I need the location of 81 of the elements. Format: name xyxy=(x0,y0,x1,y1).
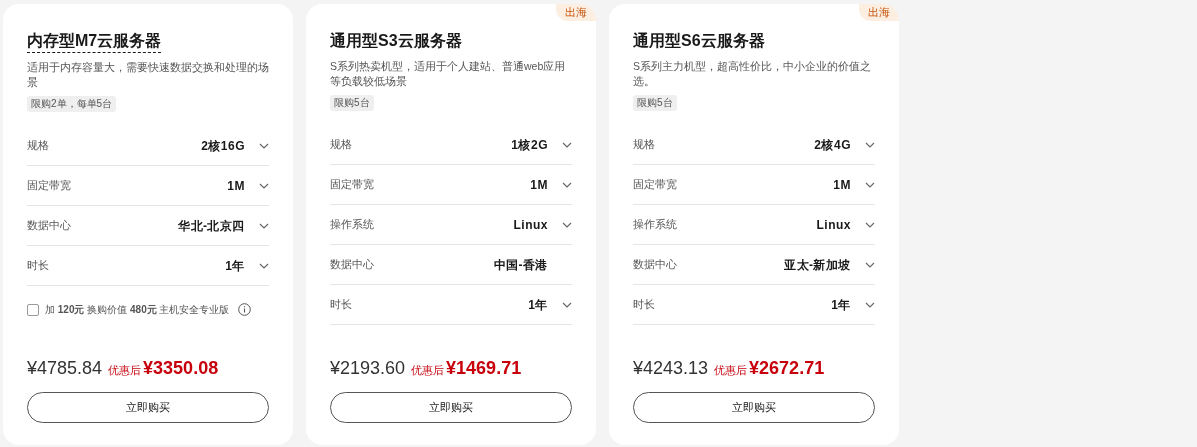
option-label: 固定带宽 xyxy=(633,177,677,193)
option-value: 中国-香港 xyxy=(493,256,548,274)
original-price: ¥2193.60 xyxy=(330,357,406,380)
product-description: S系列热卖机型，适用于个人建站、普通web应用等负载较低场景 xyxy=(330,59,567,89)
option-label: 规格 xyxy=(330,137,352,153)
option-row[interactable]: 固定带宽 1M xyxy=(633,165,875,205)
option-value: 1年 xyxy=(225,257,245,275)
option-row[interactable]: 操作系统 Linux xyxy=(330,205,572,245)
option-label: 时长 xyxy=(633,297,655,313)
chevron-down-icon[interactable] xyxy=(865,261,875,268)
option-value: 1M xyxy=(530,176,548,194)
option-value: 1核2G xyxy=(511,136,548,154)
chevron-down-icon[interactable] xyxy=(562,301,572,308)
option-label: 规格 xyxy=(633,137,655,153)
option-row[interactable]: 固定带宽 1M xyxy=(27,166,269,206)
option-value: 1年 xyxy=(528,296,548,314)
chevron-down-icon[interactable] xyxy=(562,181,572,188)
option-value: 华北-北京四 xyxy=(178,217,245,235)
option-value: Linux xyxy=(513,216,548,234)
chevron-down-icon[interactable] xyxy=(865,181,875,188)
option-row[interactable]: 时长 1年 xyxy=(330,285,572,325)
discount-price: ¥1469.71 xyxy=(446,357,522,380)
original-price: ¥4243.13 xyxy=(633,357,709,380)
limit-tag: 限购5台 xyxy=(633,95,677,111)
chevron-down-icon[interactable] xyxy=(259,142,269,149)
overseas-badge: 出海 xyxy=(556,4,596,21)
chevron-down-icon[interactable] xyxy=(259,222,269,229)
chevron-down-icon[interactable] xyxy=(562,141,572,148)
option-row[interactable]: 数据中心 亚太-新加坡 xyxy=(633,245,875,285)
checkbox[interactable] xyxy=(27,303,39,316)
discount-price: ¥2672.71 xyxy=(749,357,825,380)
product-title: 通用型S3云服务器 xyxy=(330,31,462,51)
option-row[interactable]: 规格 2核16G xyxy=(27,126,269,166)
option-row[interactable]: 固定带宽 1M xyxy=(330,165,572,205)
option-row[interactable]: 数据中心 华北-北京四 xyxy=(27,206,269,246)
discount-label: 优惠后 xyxy=(714,363,748,378)
option-row[interactable]: 操作系统 Linux xyxy=(633,205,875,245)
product-description: S系列主力机型，超高性价比，中小企业的价值之选。 xyxy=(633,59,872,89)
chevron-down-icon[interactable] xyxy=(562,221,572,228)
option-label: 规格 xyxy=(27,138,49,154)
option-row[interactable]: 数据中心 中国-香港 xyxy=(330,245,572,285)
discount-label: 优惠后 xyxy=(108,363,142,378)
overseas-badge: 出海 xyxy=(859,4,899,21)
product-title: 通用型S6云服务器 xyxy=(633,31,765,51)
option-value: 1年 xyxy=(831,296,851,314)
option-row[interactable]: 规格 2核4G xyxy=(633,125,875,165)
addon-text: 加 120元 换购价值 480元 主机安全专业版 xyxy=(45,303,230,317)
discount-price: ¥3350.08 xyxy=(143,357,219,380)
limit-tag: 限购5台 xyxy=(330,95,374,111)
chevron-down-icon[interactable] xyxy=(865,141,875,148)
chevron-down-icon[interactable] xyxy=(865,221,875,228)
original-price: ¥4785.84 xyxy=(27,357,103,380)
option-value: Linux xyxy=(816,216,851,234)
option-label: 时长 xyxy=(330,297,352,313)
limit-tag: 限购2单，每单5台 xyxy=(27,96,117,112)
info-icon[interactable] xyxy=(237,303,251,316)
option-value: 亚太-新加坡 xyxy=(784,256,851,274)
buy-button[interactable]: 立即购买 xyxy=(633,392,875,423)
option-label: 固定带宽 xyxy=(27,178,71,194)
option-label: 时长 xyxy=(27,258,49,274)
option-row[interactable]: 时长 1年 xyxy=(633,285,875,325)
option-row[interactable]: 规格 1核2G xyxy=(330,125,572,165)
chevron-down-icon[interactable] xyxy=(865,301,875,308)
product-description: 适用于内存容量大，需要快速数据交换和处理的场景 xyxy=(27,60,270,90)
chevron-down-icon[interactable] xyxy=(259,182,269,189)
option-value: 1M xyxy=(833,176,851,194)
option-label: 固定带宽 xyxy=(330,177,374,193)
option-value: 2核16G xyxy=(201,137,245,155)
option-row[interactable]: 时长 1年 xyxy=(27,246,269,286)
option-label: 数据中心 xyxy=(330,257,374,273)
buy-button[interactable]: 立即购买 xyxy=(27,392,269,423)
option-label: 数据中心 xyxy=(27,218,71,234)
chevron-down-icon[interactable] xyxy=(259,262,269,269)
option-label: 操作系统 xyxy=(633,217,677,233)
product-title: 内存型M7云服务器 xyxy=(27,30,162,53)
option-value: 1M xyxy=(227,177,245,195)
discount-label: 优惠后 xyxy=(411,363,445,378)
buy-button[interactable]: 立即购买 xyxy=(330,392,572,423)
option-value: 2核4G xyxy=(814,136,851,154)
option-label: 数据中心 xyxy=(633,257,677,273)
option-label: 操作系统 xyxy=(330,217,374,233)
